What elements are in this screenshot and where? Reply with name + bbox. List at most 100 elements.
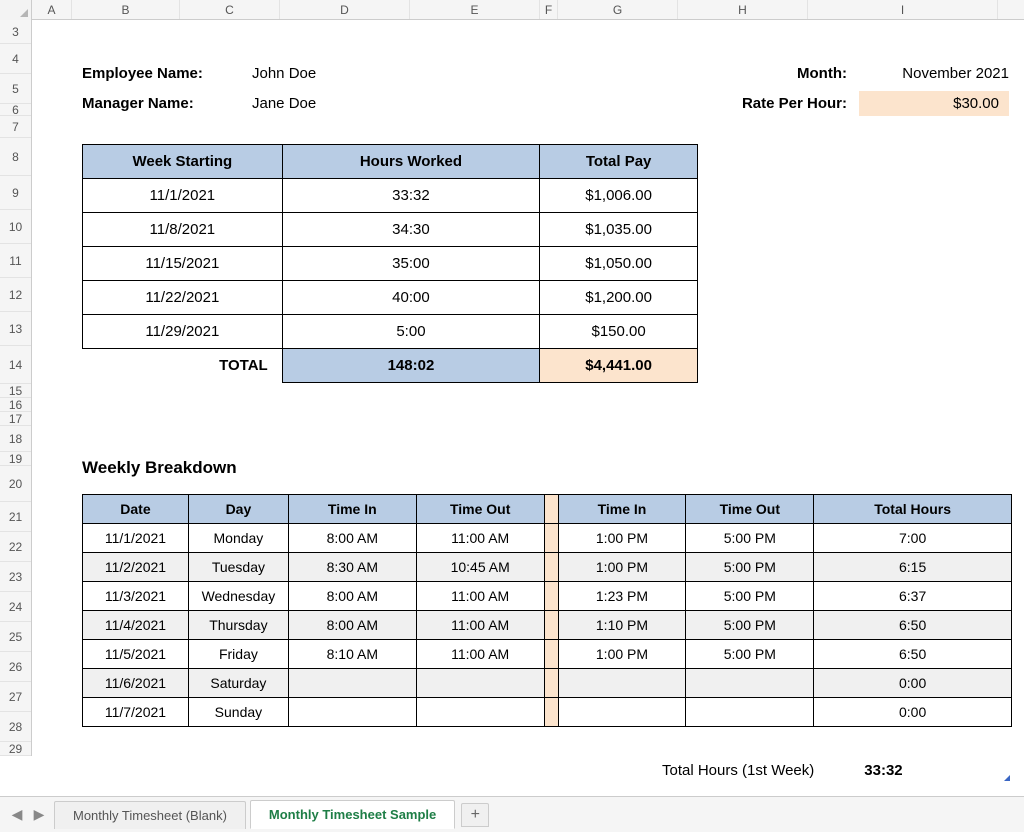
summary-cell-hours[interactable]: 34:30 bbox=[282, 213, 540, 247]
bd-cell-timeout2[interactable]: 5:00 PM bbox=[686, 640, 814, 669]
col-header-F[interactable]: F bbox=[540, 0, 558, 19]
bd-cell-date[interactable]: 11/1/2021 bbox=[83, 524, 189, 553]
bd-cell-day[interactable]: Friday bbox=[188, 640, 288, 669]
summary-row[interactable]: 11/15/202135:00$1,050.00 bbox=[83, 247, 698, 281]
summary-cell-week[interactable]: 11/15/2021 bbox=[83, 247, 283, 281]
summary-cell-pay[interactable]: $1,200.00 bbox=[540, 281, 698, 315]
bd-cell-timein2[interactable]: 1:00 PM bbox=[558, 524, 686, 553]
bd-cell-timeout1[interactable] bbox=[416, 669, 544, 698]
row-header-9[interactable]: 9 bbox=[0, 176, 31, 210]
row-header-15[interactable]: 15 bbox=[0, 384, 31, 398]
manager-name-value[interactable]: Jane Doe bbox=[252, 95, 316, 112]
bd-cell-date[interactable]: 11/2/2021 bbox=[83, 553, 189, 582]
tab-next-icon[interactable]: ▶ bbox=[28, 804, 50, 826]
summary-cell-pay[interactable]: $1,035.00 bbox=[540, 213, 698, 247]
employee-name-value[interactable]: John Doe bbox=[252, 65, 316, 82]
col-header-G[interactable]: G bbox=[558, 0, 678, 19]
summary-cell-hours[interactable]: 33:32 bbox=[282, 179, 540, 213]
bd-cell-timeout1[interactable]: 11:00 AM bbox=[416, 524, 544, 553]
bd-cell-timeout2[interactable] bbox=[686, 698, 814, 727]
bd-cell-date[interactable]: 11/5/2021 bbox=[83, 640, 189, 669]
row-header-5[interactable]: 5 bbox=[0, 74, 31, 104]
row-header-11[interactable]: 11 bbox=[0, 244, 31, 278]
row-header-23[interactable]: 23 bbox=[0, 562, 31, 592]
col-header-H[interactable]: H bbox=[678, 0, 808, 19]
row-header-26[interactable]: 26 bbox=[0, 652, 31, 682]
bd-cell-total[interactable]: 0:00 bbox=[814, 669, 1012, 698]
bd-cell-timeout1[interactable]: 10:45 AM bbox=[416, 553, 544, 582]
row-header-13[interactable]: 13 bbox=[0, 312, 31, 346]
bd-cell-total[interactable]: 6:50 bbox=[814, 640, 1012, 669]
bd-cell-timein1[interactable]: 8:30 AM bbox=[288, 553, 416, 582]
bd-cell-date[interactable]: 11/3/2021 bbox=[83, 582, 189, 611]
summary-cell-hours[interactable]: 5:00 bbox=[282, 315, 540, 349]
row-header-29[interactable]: 29 bbox=[0, 742, 31, 756]
col-header-D[interactable]: D bbox=[280, 0, 410, 19]
row-header-21[interactable]: 21 bbox=[0, 502, 31, 532]
bd-cell-timein2[interactable]: 1:10 PM bbox=[558, 611, 686, 640]
bd-cell-timein2[interactable]: 1:23 PM bbox=[558, 582, 686, 611]
select-all-corner[interactable] bbox=[0, 0, 32, 20]
summary-cell-pay[interactable]: $1,006.00 bbox=[540, 179, 698, 213]
bd-cell-total[interactable]: 6:50 bbox=[814, 611, 1012, 640]
summary-cell-week[interactable]: 11/8/2021 bbox=[83, 213, 283, 247]
row-header-8[interactable]: 8 bbox=[0, 138, 31, 176]
row-header-27[interactable]: 27 bbox=[0, 682, 31, 712]
breakdown-row[interactable]: 11/4/2021Thursday8:00 AM11:00 AM 1:10 PM5… bbox=[83, 611, 1012, 640]
bd-cell-timeout1[interactable]: 11:00 AM bbox=[416, 611, 544, 640]
bd-cell-timein1[interactable] bbox=[288, 669, 416, 698]
summary-cell-week[interactable]: 11/29/2021 bbox=[83, 315, 283, 349]
breakdown-row[interactable]: 11/1/2021Monday8:00 AM11:00 AM1:00 PM5:0… bbox=[83, 524, 1012, 553]
bd-cell-timein2[interactable]: 1:00 PM bbox=[558, 640, 686, 669]
bd-cell-day[interactable]: Sunday bbox=[188, 698, 288, 727]
bd-cell-date[interactable]: 11/4/2021 bbox=[83, 611, 189, 640]
row-header-19[interactable]: 19 bbox=[0, 452, 31, 466]
breakdown-row[interactable]: 11/2/2021Tuesday8:30 AM10:45 AM1:00 PM5:… bbox=[83, 553, 1012, 582]
add-sheet-button[interactable]: + bbox=[461, 803, 489, 827]
bd-cell-total[interactable]: 6:37 bbox=[814, 582, 1012, 611]
summary-cell-week[interactable]: 11/22/2021 bbox=[83, 281, 283, 315]
summary-row[interactable]: 11/1/202133:32$1,006.00 bbox=[83, 179, 698, 213]
bd-cell-total[interactable]: 0:00 bbox=[814, 698, 1012, 727]
summary-row[interactable]: 11/29/20215:00$150.00 bbox=[83, 315, 698, 349]
bd-cell-day[interactable]: Saturday bbox=[188, 669, 288, 698]
bd-cell-timein1[interactable]: 8:10 AM bbox=[288, 640, 416, 669]
bd-cell-timein1[interactable] bbox=[288, 698, 416, 727]
bd-cell-timeout2[interactable]: 5:00 PM bbox=[686, 582, 814, 611]
row-header-4[interactable]: 4 bbox=[0, 44, 31, 74]
bd-cell-total[interactable]: 7:00 bbox=[814, 524, 1012, 553]
bd-cell-timein1[interactable]: 8:00 AM bbox=[288, 611, 416, 640]
bd-cell-timein1[interactable]: 8:00 AM bbox=[288, 582, 416, 611]
summary-cell-pay[interactable]: $150.00 bbox=[540, 315, 698, 349]
bd-cell-timein2[interactable] bbox=[558, 698, 686, 727]
col-header-A[interactable]: A bbox=[32, 0, 72, 19]
col-header-B[interactable]: B bbox=[72, 0, 180, 19]
bd-cell-timeout1[interactable]: 11:00 AM bbox=[416, 582, 544, 611]
summary-row[interactable]: 11/8/202134:30$1,035.00 bbox=[83, 213, 698, 247]
summary-cell-week[interactable]: 11/1/2021 bbox=[83, 179, 283, 213]
rate-value[interactable]: $30.00 bbox=[859, 91, 1009, 116]
bd-cell-day[interactable]: Monday bbox=[188, 524, 288, 553]
bd-cell-date[interactable]: 11/6/2021 bbox=[83, 669, 189, 698]
worksheet-area[interactable]: Employee Name: John Doe Manager Name: Ja… bbox=[32, 20, 1024, 796]
col-header-I[interactable]: I bbox=[808, 0, 998, 19]
col-header-C[interactable]: C bbox=[180, 0, 280, 19]
bd-cell-timeout2[interactable]: 5:00 PM bbox=[686, 553, 814, 582]
tab-prev-icon[interactable]: ◀ bbox=[6, 804, 28, 826]
bd-cell-total[interactable]: 6:15 bbox=[814, 553, 1012, 582]
row-header-28[interactable]: 28 bbox=[0, 712, 31, 742]
summary-cell-hours[interactable]: 40:00 bbox=[282, 281, 540, 315]
bd-cell-timein2[interactable]: 1:00 PM bbox=[558, 553, 686, 582]
bd-cell-timeout2[interactable]: 5:00 PM bbox=[686, 611, 814, 640]
row-header-25[interactable]: 25 bbox=[0, 622, 31, 652]
row-header-14[interactable]: 14 bbox=[0, 346, 31, 384]
breakdown-row[interactable]: 11/5/2021Friday8:10 AM11:00 AM1:00 PM5:0… bbox=[83, 640, 1012, 669]
row-header-10[interactable]: 10 bbox=[0, 210, 31, 244]
bd-cell-day[interactable]: Thursday bbox=[188, 611, 288, 640]
col-header-E[interactable]: E bbox=[410, 0, 540, 19]
tab-sample[interactable]: Monthly Timesheet Sample bbox=[250, 800, 455, 829]
bd-cell-date[interactable]: 11/7/2021 bbox=[83, 698, 189, 727]
row-header-16[interactable]: 16 bbox=[0, 398, 31, 412]
month-value[interactable]: November 2021 bbox=[859, 65, 1009, 82]
row-header-6[interactable]: 6 bbox=[0, 104, 31, 116]
